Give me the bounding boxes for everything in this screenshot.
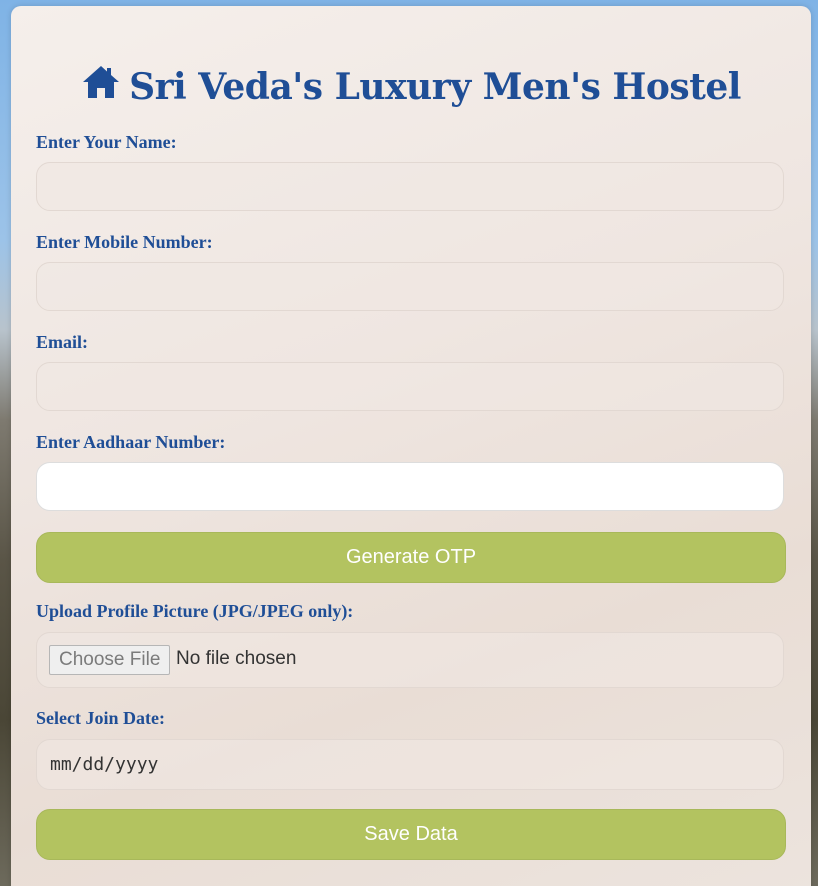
- join-date-input[interactable]: mm/dd/yyyy: [36, 739, 784, 790]
- generate-otp-button[interactable]: Generate OTP: [36, 532, 786, 583]
- choose-file-button[interactable]: Choose File: [49, 645, 171, 675]
- mobile-input[interactable]: [36, 262, 784, 311]
- name-input[interactable]: [36, 162, 784, 211]
- join-date-placeholder: mm/dd/yyyy: [50, 754, 159, 775]
- home-icon: [81, 64, 121, 109]
- registration-card: Sri Veda's Luxury Men's Hostel Enter You…: [11, 6, 811, 886]
- join-date-label: Select Join Date:: [36, 708, 165, 728]
- name-label: Enter Your Name:: [36, 132, 177, 152]
- email-input[interactable]: [36, 362, 784, 411]
- aadhaar-input[interactable]: [36, 462, 784, 511]
- email-label: Email:: [36, 332, 88, 352]
- mobile-label: Enter Mobile Number:: [36, 232, 213, 252]
- save-data-button[interactable]: Save Data: [36, 809, 786, 860]
- page-title-text: Sri Veda's Luxury Men's Hostel: [129, 66, 741, 108]
- profile-picture-file-input[interactable]: Choose File No file chosen: [36, 632, 784, 688]
- upload-label: Upload Profile Picture (JPG/JPEG only):: [36, 601, 354, 621]
- no-file-text: No file chosen: [176, 648, 297, 669]
- aadhaar-label: Enter Aadhaar Number:: [36, 432, 226, 452]
- page-title: Sri Veda's Luxury Men's Hostel: [11, 64, 811, 109]
